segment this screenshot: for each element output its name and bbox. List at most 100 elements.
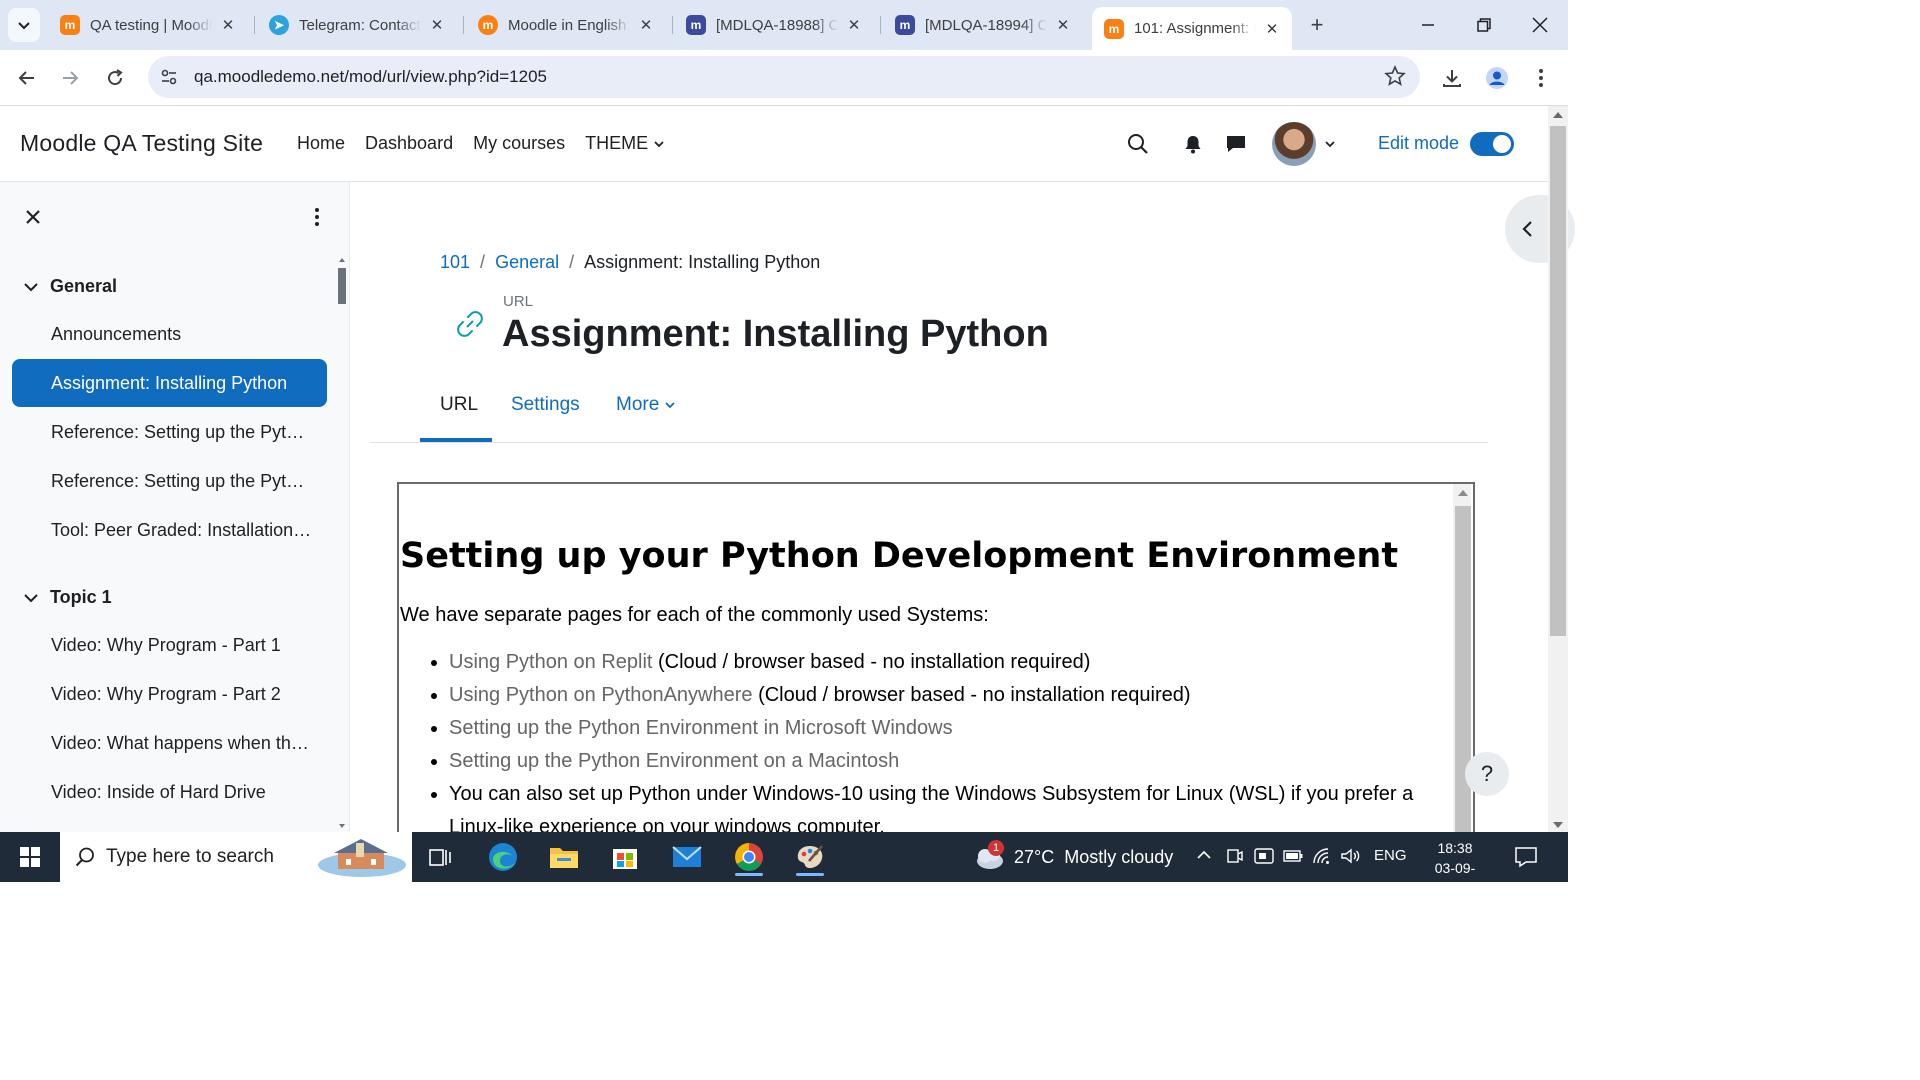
moodle-icon: m [1104, 18, 1124, 39]
page-title: Assignment: Installing Python [502, 313, 1049, 355]
close-icon[interactable]: ✕ [218, 15, 238, 35]
embedded-url-frame[interactable]: Setting up your Python Development Envir… [397, 482, 1475, 842]
taskbar-search-placeholder: Type here to search [106, 846, 274, 867]
browser-tab-5[interactable]: m [MDLQA-18994] C ✕ [883, 8, 1083, 42]
drawer-scrollbar[interactable] [337, 258, 347, 828]
microsoft-store-app[interactable] [605, 838, 645, 876]
close-icon[interactable]: ✕ [427, 15, 447, 35]
chrome-app[interactable] [729, 838, 769, 876]
browser-tab-active[interactable]: m 101: Assignment: In ✕ [1092, 7, 1292, 50]
minimize-icon [1422, 24, 1434, 26]
browser-tab-4[interactable]: m [MDLQA-18988] C ✕ [674, 8, 874, 42]
course-index-item[interactable]: Video: Why Program - Part 2 [12, 670, 327, 718]
course-index-item[interactable]: Video: Why Program - Part 1 [12, 621, 327, 669]
tracker-icon: m [895, 15, 915, 35]
notifications-button[interactable] [1182, 128, 1204, 160]
search-button[interactable] [1126, 128, 1150, 160]
file-explorer-app[interactable] [544, 838, 584, 876]
embedded-link[interactable]: Using Python on PythonAnywhere [449, 684, 753, 706]
restore-button[interactable] [1464, 8, 1504, 42]
address-bar[interactable]: qa.moodledemo.net/mod/url/view.php?id=12… [148, 56, 1420, 98]
notification-center-icon[interactable] [1514, 846, 1538, 868]
forward-button[interactable] [52, 60, 88, 96]
bookmark-star-icon[interactable] [1384, 64, 1406, 92]
course-index-options-icon[interactable] [306, 206, 328, 228]
help-button[interactable]: ? [1465, 752, 1509, 796]
browser-tab-3[interactable]: m Moodle in English: ✕ [466, 8, 666, 42]
close-icon[interactable]: ✕ [1053, 15, 1073, 35]
course-index-item[interactable]: Reference: Setting up the Python Environ… [12, 408, 327, 456]
section-toggle-general[interactable]: General [22, 276, 117, 297]
section-title: Topic 1 [50, 587, 112, 607]
embedded-intro: We have separate pages for each of the c… [400, 604, 989, 626]
tab-url[interactable]: URL [440, 394, 478, 416]
messages-button[interactable] [1224, 128, 1248, 160]
drawer-scrollbar-thumb[interactable] [338, 268, 346, 304]
course-index-item[interactable]: Announcements [12, 310, 327, 358]
embedded-link[interactable]: Setting up the Python Environment in Mic… [449, 717, 953, 739]
reload-button[interactable] [97, 60, 133, 96]
paint-app[interactable] [790, 838, 830, 876]
back-button[interactable] [9, 60, 45, 96]
page-scrollbar[interactable] [1548, 106, 1568, 832]
minimize-button[interactable] [1408, 8, 1448, 42]
nav-my-courses[interactable]: My courses [473, 133, 565, 154]
page-scrollbar-thumb[interactable] [1550, 126, 1566, 636]
site-brand[interactable]: Moodle QA Testing Site [20, 130, 263, 157]
embedded-link[interactable]: Setting up the Python Environment on a M… [449, 750, 899, 772]
course-index-item[interactable]: Tool: Peer Graded: Installation and Setu… [12, 506, 327, 554]
close-icon[interactable] [22, 206, 44, 228]
course-index-item-active[interactable]: Assignment: Installing Python [12, 359, 327, 407]
tab-search-button[interactable] [8, 8, 40, 42]
window-close-button[interactable] [1520, 8, 1560, 42]
meet-now-icon[interactable] [1226, 847, 1244, 869]
close-icon[interactable]: ✕ [1262, 19, 1282, 39]
battery-icon[interactable] [1283, 847, 1303, 869]
frame-scrollbar[interactable] [1453, 484, 1471, 842]
show-hidden-icons[interactable] [1196, 847, 1212, 867]
edge-app[interactable] [483, 838, 523, 876]
volume-icon[interactable] [1340, 847, 1360, 869]
profile-button[interactable] [1479, 60, 1515, 96]
address-url[interactable]: qa.moodledemo.net/mod/url/view.php?id=12… [194, 67, 547, 87]
mail-app[interactable] [667, 838, 707, 876]
site-settings-icon[interactable] [152, 60, 186, 94]
course-index-item[interactable]: Reference: Setting up the Python Environ… [12, 457, 327, 505]
nav-home[interactable]: Home [297, 133, 345, 154]
close-icon[interactable]: ✕ [636, 15, 656, 35]
downloads-button[interactable] [1434, 60, 1470, 96]
course-index-item[interactable]: Video: What happens when the computer ru… [12, 719, 327, 767]
tab-divider [254, 16, 255, 34]
browser-tab-1[interactable]: m QA testing | Moodle ✕ [48, 8, 248, 42]
browser-tab-2[interactable]: ➤ Telegram: Contact ✕ [257, 8, 457, 42]
taskbar-clock[interactable]: 18:38 03-09-2024 [1420, 838, 1490, 898]
user-avatar[interactable] [1272, 122, 1316, 166]
tab-more-dropdown[interactable]: More [616, 394, 677, 416]
screen-capture-icon[interactable] [1254, 847, 1274, 869]
section-toggle-topic-1[interactable]: Topic 1 [22, 587, 112, 608]
clock-time: 18:38 [1437, 840, 1473, 856]
primary-navigation: Home Dashboard My courses THEME [297, 133, 666, 154]
task-view-button[interactable] [420, 838, 460, 876]
browser-menu-button[interactable] [1523, 60, 1559, 96]
nav-dashboard[interactable]: Dashboard [365, 133, 453, 154]
arrow-left-icon [18, 71, 34, 85]
wifi-icon[interactable] [1312, 847, 1332, 869]
breadcrumb-section[interactable]: General [495, 252, 559, 273]
close-icon[interactable]: ✕ [844, 15, 864, 35]
input-language[interactable]: ENG [1374, 847, 1407, 864]
moodle-navbar: Moodle QA Testing Site Home Dashboard My… [0, 106, 1548, 182]
tab-settings[interactable]: Settings [511, 394, 580, 416]
frame-scrollbar-thumb[interactable] [1455, 506, 1471, 842]
new-tab-button[interactable]: + [1303, 11, 1331, 39]
embedded-link[interactable]: Using Python on Replit [449, 651, 652, 673]
user-menu-toggle[interactable] [1323, 128, 1337, 160]
windows-start-icon[interactable] [10, 842, 50, 872]
taskbar-search-box[interactable]: Type here to search [60, 832, 412, 882]
edit-mode-toggle[interactable] [1470, 132, 1514, 156]
tab-title: Moodle in English: [508, 16, 630, 34]
weather-widget[interactable]: 1 27°C Mostly cloudy [972, 832, 1173, 882]
nav-theme-dropdown[interactable]: THEME [585, 133, 666, 154]
breadcrumb-course[interactable]: 101 [440, 252, 470, 273]
course-index-item[interactable]: Video: Inside of Hard Drive [12, 768, 327, 816]
